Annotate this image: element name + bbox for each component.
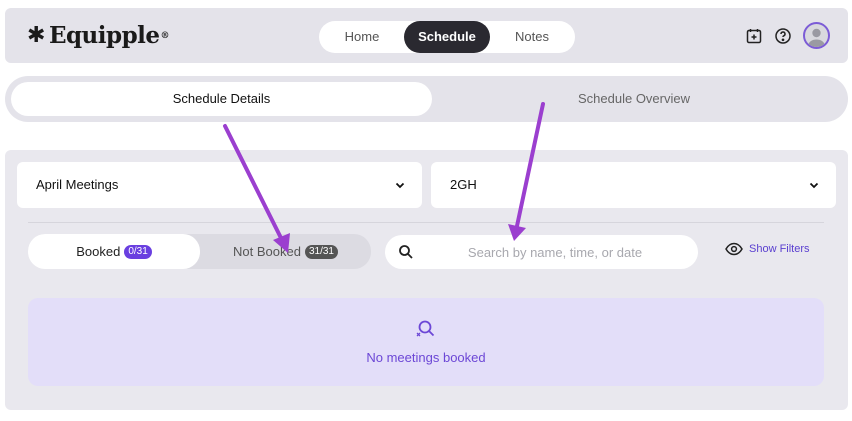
logo-mark: ✱ xyxy=(27,23,45,48)
logo[interactable]: ✱ Equipple ® xyxy=(27,22,170,49)
booked-label: Booked xyxy=(76,244,121,259)
meeting-select-value: April Meetings xyxy=(36,177,119,192)
chevron-down-icon xyxy=(809,182,819,189)
show-filters-label: Show Filters xyxy=(749,243,810,255)
nav-home[interactable]: Home xyxy=(327,21,397,53)
schedule-tabs: Schedule Details Schedule Overview xyxy=(5,76,848,122)
divider xyxy=(28,222,824,223)
brand-name: Equipple xyxy=(48,22,160,49)
search-x-icon xyxy=(416,320,435,337)
schedule-panel: April Meetings 2GH Booked 0/31 Not Booke… xyxy=(5,150,848,410)
booking-status-toggle: Booked 0/31 Not Booked 31/31 xyxy=(28,234,371,269)
chevron-down-icon xyxy=(395,182,405,189)
search-box xyxy=(385,235,698,269)
help-icon[interactable] xyxy=(772,25,794,47)
empty-state: No meetings booked xyxy=(28,298,824,386)
search-input[interactable] xyxy=(425,235,685,269)
not-booked-count-badge: 31/31 xyxy=(304,244,338,259)
show-filters-button[interactable]: Show Filters xyxy=(725,242,810,256)
main-nav: Home Schedule Notes xyxy=(319,21,575,53)
avatar[interactable] xyxy=(803,22,830,49)
nav-schedule[interactable]: Schedule xyxy=(404,21,490,53)
tab-schedule-details[interactable]: Schedule Details xyxy=(11,82,432,116)
eye-icon xyxy=(725,242,743,256)
top-bar: ✱ Equipple ® Home Schedule Notes xyxy=(5,8,848,63)
location-select-value: 2GH xyxy=(450,177,477,192)
meeting-select[interactable]: April Meetings xyxy=(17,162,422,208)
registered-mark: ® xyxy=(160,30,170,41)
search-icon xyxy=(399,245,413,259)
tab-schedule-overview[interactable]: Schedule Overview xyxy=(432,82,836,116)
booked-count-badge: 0/31 xyxy=(124,244,152,259)
nav-notes[interactable]: Notes xyxy=(499,21,565,53)
not-booked-toggle[interactable]: Not Booked 31/31 xyxy=(200,234,371,269)
page: ✱ Equipple ® Home Schedule Notes Schedul… xyxy=(0,0,852,421)
add-calendar-icon[interactable] xyxy=(743,25,765,47)
booked-toggle[interactable]: Booked 0/31 xyxy=(28,234,200,269)
location-select[interactable]: 2GH xyxy=(431,162,836,208)
empty-state-message: No meetings booked xyxy=(366,350,486,365)
not-booked-label: Not Booked xyxy=(233,244,301,259)
